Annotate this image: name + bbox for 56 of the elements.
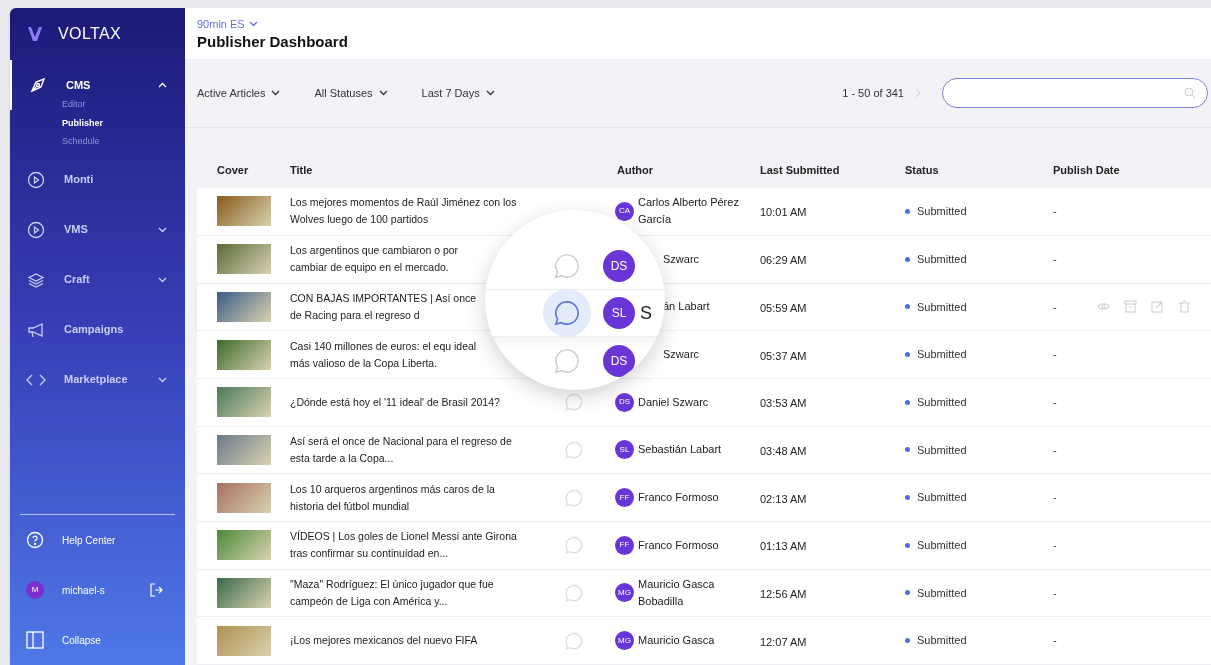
author-name: Mauricio Gasca xyxy=(638,633,715,649)
submitted-time: 12:56 AM xyxy=(760,587,807,600)
author-name: Szwarc xyxy=(663,251,700,267)
submitted-time: 03:48 AM xyxy=(760,444,807,457)
author-avatar: MG xyxy=(615,631,634,651)
author-name: án Labart xyxy=(663,299,710,315)
status-label: Submitted xyxy=(917,394,967,410)
author-avatar: CA xyxy=(615,201,634,221)
author-name: Mauricio Gasca Bobadilla xyxy=(638,576,716,609)
publish-date: - xyxy=(1053,394,1058,410)
submitted-time: 06:29 AM xyxy=(760,254,807,267)
author-avatar: DS xyxy=(603,249,635,282)
submitted-time: 01:13 AM xyxy=(760,540,807,553)
publish-date: - xyxy=(1053,299,1058,315)
author-name: S xyxy=(640,303,652,324)
author-avatar: FF xyxy=(615,535,634,555)
status-label: Submitted xyxy=(917,633,967,649)
author-avatar: MG xyxy=(615,583,634,603)
author-name: Carlos Alberto Pérez García xyxy=(638,195,740,228)
status-label: Submitted xyxy=(917,538,967,554)
author-avatar: FF xyxy=(615,488,634,508)
author-name: Daniel Szwarc xyxy=(638,394,709,410)
author-name: Franco Formoso xyxy=(638,490,719,506)
submitted-time: 02:13 AM xyxy=(760,492,807,505)
publish-date: - xyxy=(1053,633,1058,649)
submitted-time: 10:01 AM xyxy=(760,206,807,219)
author-name: Sebastián Labart xyxy=(638,442,722,458)
author-avatar: SL xyxy=(615,440,634,460)
submitted-time: 05:37 AM xyxy=(760,349,807,362)
publish-date: - xyxy=(1053,490,1058,506)
author-name: Franco Formoso xyxy=(638,537,719,553)
publish-date: - xyxy=(1053,347,1058,363)
user-name: michael-s xyxy=(62,583,106,598)
publish-date: - xyxy=(1053,204,1058,220)
author-avatar: DS xyxy=(615,392,634,412)
status-label: Submitted xyxy=(917,347,967,363)
submitted-time: 03:53 AM xyxy=(760,397,807,410)
pagination-range: 1 - 50 of 341 xyxy=(842,85,904,101)
author-name: Szwarc xyxy=(663,347,700,363)
brand-name: VOLTAX xyxy=(58,24,122,44)
status-label: Submitted xyxy=(917,299,967,315)
author-avatar: DS xyxy=(603,344,635,377)
user-avatar: M xyxy=(26,581,44,599)
submitted-time: 12:07 AM xyxy=(760,635,807,648)
status-label: Submitted xyxy=(917,442,967,458)
publish-date: - xyxy=(1053,538,1058,554)
publish-date: - xyxy=(1053,442,1058,458)
publish-date: - xyxy=(1053,251,1058,267)
publish-date: - xyxy=(1053,585,1058,601)
page-title: Publisher Dashboard xyxy=(197,32,349,52)
status-label: Submitted xyxy=(917,585,967,601)
author-avatar: SL xyxy=(603,297,635,330)
submitted-time: 05:59 AM xyxy=(760,301,807,314)
status-label: Submitted xyxy=(917,204,967,220)
status-label: Submitted xyxy=(917,490,967,506)
status-label: Submitted xyxy=(917,251,967,267)
